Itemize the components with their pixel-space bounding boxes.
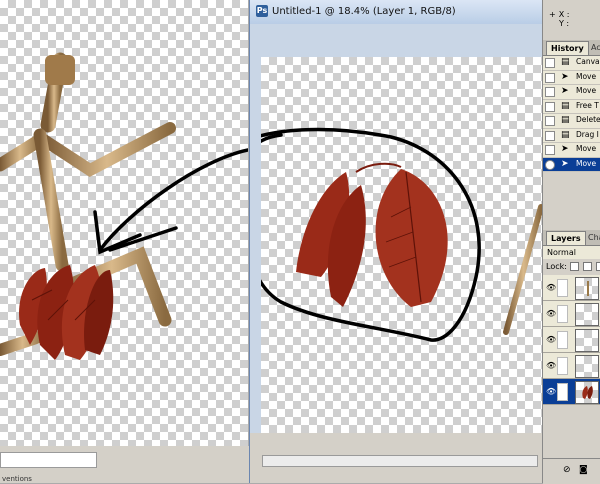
- left-artwork: [0, 52, 248, 360]
- layer-thumbnail: [575, 303, 599, 326]
- eye-icon[interactable]: 👁: [546, 387, 556, 396]
- layer-list: 👁 👁 👁 👁 👁: [543, 275, 600, 405]
- x-label: X :: [558, 10, 570, 19]
- tab-layers[interactable]: Layers: [546, 231, 586, 245]
- blend-mode-select[interactable]: Normal: [543, 246, 600, 259]
- layer-thumbnail: [575, 355, 599, 378]
- tab-character[interactable]: Char: [584, 231, 600, 244]
- history-item[interactable]: ➤ Move: [543, 85, 600, 100]
- history-item[interactable]: ▤ Free T: [543, 99, 600, 114]
- layer-thumbnail: [575, 381, 599, 404]
- layer-row[interactable]: 👁: [543, 301, 600, 327]
- history-item[interactable]: ▤ Delete: [543, 114, 600, 129]
- free-transform-icon: ▤: [561, 100, 570, 111]
- history-panel: History Acti ▤Canva ➤Move ➤Move ▤Free T …: [543, 40, 600, 222]
- delete-icon: ▤: [561, 115, 570, 125]
- annotation-arrow: [93, 148, 248, 255]
- left-document-canvas[interactable]: [0, 0, 248, 446]
- document-title: Untitled-1 @ 18.4% (Layer 1, RGB/8): [272, 6, 456, 17]
- photoshop-doc-icon: Ps: [256, 5, 268, 17]
- layer-thumbnail: [575, 277, 599, 300]
- layer-link-slot[interactable]: [557, 331, 568, 349]
- stick-pieces: [470, 89, 543, 388]
- layer-link-slot[interactable]: [557, 305, 568, 323]
- leaf-pair: [296, 162, 448, 307]
- move-tool-icon: ➤: [561, 71, 569, 82]
- layer-row[interactable]: 👁: [543, 275, 600, 301]
- history-snapshot-checkbox[interactable]: [545, 72, 555, 83]
- history-snapshot-checkbox[interactable]: [545, 87, 555, 97]
- eye-icon[interactable]: 👁: [546, 283, 556, 292]
- left-status-text: ventions: [2, 475, 32, 483]
- eye-icon[interactable]: 👁: [546, 361, 556, 370]
- layer-thumbnail: [575, 329, 599, 352]
- lock-label: Lock:: [546, 262, 567, 271]
- crosshair-icon: +: [549, 10, 556, 19]
- document-canvas[interactable]: [261, 57, 543, 433]
- lock-row: Lock:: [543, 260, 600, 274]
- add-mask-icon[interactable]: ◙: [579, 465, 588, 475]
- y-label: Y :: [559, 19, 570, 28]
- layers-footer: ⊘ ◙: [543, 458, 600, 484]
- left-scrollbar[interactable]: [0, 452, 97, 468]
- history-item[interactable]: ▤ Drag I: [543, 128, 600, 143]
- lock-paint-icon[interactable]: [583, 262, 593, 271]
- eye-icon[interactable]: 👁: [546, 309, 556, 318]
- add-style-icon[interactable]: ⊘: [563, 465, 571, 475]
- eye-icon[interactable]: 👁: [546, 335, 556, 344]
- info-panel: + X : Y :: [549, 10, 569, 28]
- history-item[interactable]: ➤ Move: [543, 70, 600, 85]
- layer-row-selected[interactable]: 👁: [543, 379, 600, 405]
- canvas-artwork: [261, 89, 543, 388]
- leaf-cluster: [19, 265, 114, 360]
- left-document-footer: [0, 446, 250, 483]
- tab-actions[interactable]: Acti: [587, 41, 600, 54]
- history-snapshot-checkbox[interactable]: [545, 58, 555, 68]
- history-state-marker[interactable]: [545, 159, 555, 170]
- move-tool-icon: ➤: [561, 144, 569, 154]
- lock-move-icon[interactable]: [595, 262, 600, 271]
- layer-link-slot[interactable]: [557, 279, 568, 297]
- history-item[interactable]: ➤ Move: [543, 143, 600, 158]
- document-titlebar[interactable]: Ps Untitled-1 @ 18.4% (Layer 1, RGB/8): [250, 0, 543, 24]
- history-snapshot-checkbox[interactable]: [545, 145, 555, 155]
- horizontal-scrollbar[interactable]: [262, 455, 538, 467]
- history-item-selected[interactable]: ➤ Move: [543, 157, 600, 172]
- layer-row[interactable]: 👁: [543, 353, 600, 379]
- twig-knot: [45, 55, 75, 85]
- brush-icon[interactable]: [557, 383, 568, 401]
- history-snapshot-checkbox[interactable]: [545, 130, 555, 141]
- layers-tabbar: Layers Char: [543, 230, 600, 246]
- move-tool-icon: ➤: [561, 86, 569, 96]
- tab-history[interactable]: History: [546, 41, 589, 55]
- history-tabbar: History Acti: [543, 40, 600, 56]
- canvas-size-icon: ▤: [561, 57, 570, 67]
- move-tool-icon: ➤: [561, 158, 569, 169]
- history-snapshot-checkbox[interactable]: [545, 101, 555, 112]
- lock-transparency-icon[interactable]: [570, 262, 580, 271]
- history-list: ▤ Canva ➤ Move ➤ Move ▤ Free T ▤ Delete ▤ Drag…: [543, 56, 600, 172]
- drag-icon: ▤: [561, 129, 570, 140]
- right-panel-dock: +X : Y : History Acti ▤Canva ➤Move ➤Move…: [542, 0, 600, 484]
- history-snapshot-checkbox[interactable]: [545, 116, 555, 126]
- layer-row[interactable]: 👁: [543, 327, 600, 353]
- document-window[interactable]: Ps Untitled-1 @ 18.4% (Layer 1, RGB/8): [249, 0, 543, 483]
- history-item[interactable]: ▤ Canva: [543, 56, 600, 71]
- layers-panel: Layers Char Normal Lock: 👁 👁 👁: [543, 230, 600, 484]
- document-window-footer: [250, 433, 543, 483]
- layer-link-slot[interactable]: [557, 357, 568, 375]
